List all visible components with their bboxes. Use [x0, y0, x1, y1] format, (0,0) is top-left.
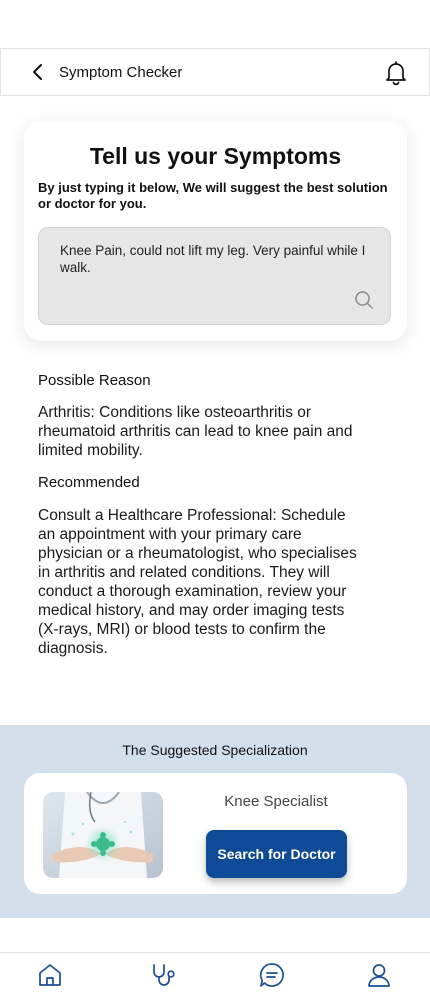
- home-icon: [39, 964, 61, 986]
- back-button[interactable]: [27, 61, 49, 83]
- symptom-input[interactable]: Knee Pain, could not lift my leg. Very p…: [38, 227, 391, 325]
- suggested-specialization-section: The Suggested Specialization Knee Specia…: [0, 725, 430, 918]
- profile-icon: [368, 964, 390, 987]
- chevron-left-icon: [33, 64, 42, 80]
- specialization-title: The Suggested Specialization: [122, 742, 308, 758]
- nav-messages[interactable]: [259, 962, 285, 988]
- search-icon[interactable]: [354, 290, 374, 310]
- stethoscope-icon: [153, 964, 175, 986]
- nav-home[interactable]: [37, 962, 63, 988]
- nav-doctors[interactable]: [151, 962, 177, 988]
- recommended-heading: Recommended: [38, 474, 140, 491]
- bottom-nav: [0, 952, 430, 996]
- recommended-text: Consult a Healthcare Professional: Sched…: [38, 507, 357, 657]
- search-doctor-button[interactable]: Search for Doctor: [206, 830, 347, 878]
- specialization-card: Knee Specialist Search for Doctor: [24, 773, 407, 894]
- possible-reason-heading: Possible Reason: [38, 372, 151, 389]
- card-title: Tell us your Symptoms: [89, 143, 342, 169]
- card-subtitle: By just typing it below, We will suggest…: [38, 180, 388, 211]
- nav-profile[interactable]: [366, 962, 392, 988]
- notification-button[interactable]: [383, 60, 409, 86]
- bell-icon: [386, 61, 406, 86]
- symptom-card: Tell us your Symptoms By just typing it …: [24, 121, 407, 341]
- app-header: Symptom Checker: [0, 48, 430, 96]
- chat-icon: [259, 963, 284, 987]
- specialist-name: Knee Specialist: [224, 793, 328, 810]
- page-title: Symptom Checker: [59, 63, 183, 81]
- symptom-input-value: Knee Pain, could not lift my leg. Very p…: [60, 243, 366, 275]
- specialist-image: [43, 792, 163, 878]
- possible-reason-text: Arthritis: Conditions like osteoarthriti…: [38, 404, 353, 459]
